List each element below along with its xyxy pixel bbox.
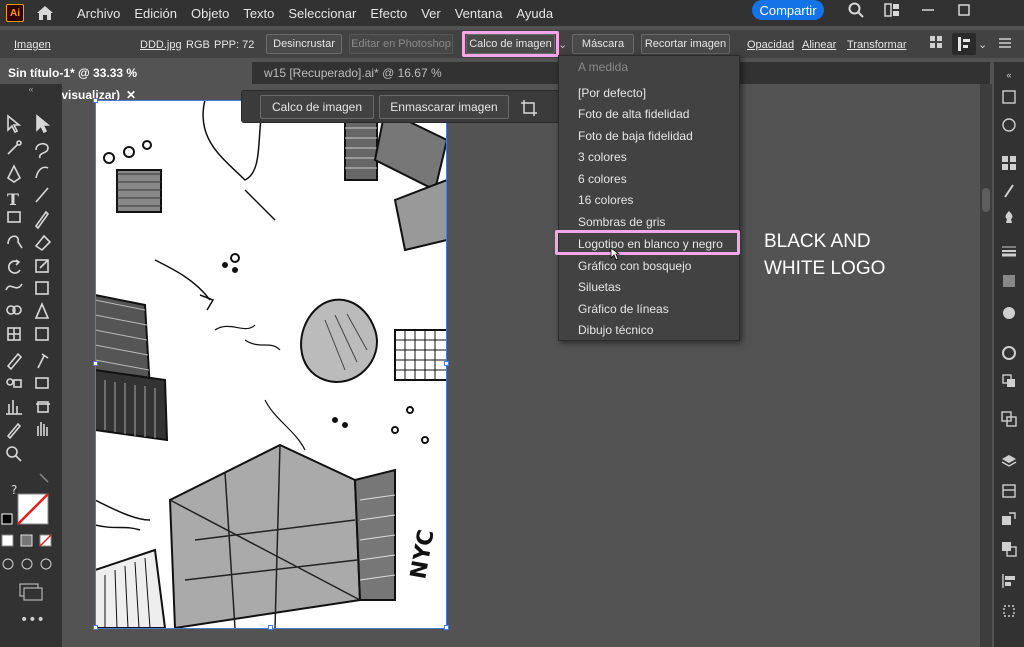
- minimize-icon[interactable]: [916, 0, 940, 20]
- search-icon[interactable]: [844, 0, 868, 20]
- transform-panel-icon[interactable]: [1000, 602, 1018, 620]
- svg-text:?: ?: [11, 483, 17, 497]
- preset-dibujo-tecnico[interactable]: Dibujo técnico: [578, 320, 653, 340]
- preset-grafico-lineas[interactable]: Gráfico de líneas: [578, 299, 669, 319]
- right-panel-dock: «: [994, 62, 1024, 647]
- image-trace-highlight: [462, 31, 559, 57]
- unembed-button[interactable]: Desincrustar: [266, 34, 342, 54]
- color-mode: RGB: [186, 39, 210, 51]
- home-icon[interactable]: [34, 3, 56, 23]
- preset-foto-baja-fidelidad[interactable]: Foto de baja fidelidad: [578, 126, 693, 146]
- artboard-image[interactable]: NYC: [95, 100, 447, 628]
- preset-sombras-de-gris[interactable]: Sombras de gris: [578, 212, 665, 232]
- stroke-icon[interactable]: [1000, 242, 1018, 260]
- resize-handle[interactable]: [444, 361, 449, 366]
- preset-16-colores[interactable]: 16 colores: [578, 190, 633, 210]
- menu-items: Archivo Edición Objeto Texto Seleccionar…: [70, 6, 560, 21]
- preset-por-defecto[interactable]: [Por defecto]: [578, 83, 646, 103]
- logo-preset-highlight: [555, 230, 740, 255]
- tab-sin-titulo[interactable]: Sin título-1* @ 33.33 % (RGB/Previsualiz…: [0, 62, 252, 102]
- share-button[interactable]: Compartir: [752, 0, 824, 20]
- vertical-scrollbar[interactable]: [980, 84, 992, 647]
- grid-icon[interactable]: [930, 36, 944, 54]
- asset-export-icon[interactable]: [1000, 510, 1018, 528]
- tool-icons: T ? •••: [1, 114, 52, 628]
- ctx-image-trace-button[interactable]: Calco de imagen: [260, 95, 374, 119]
- panel-options-icon[interactable]: [998, 36, 1018, 54]
- panel-menu-chevron-icon[interactable]: ⌄: [978, 36, 987, 54]
- properties-icon[interactable]: [1000, 88, 1018, 106]
- collapse-panels-icon[interactable]: «: [1000, 66, 1018, 84]
- preset-6-colores[interactable]: 6 colores: [578, 169, 627, 189]
- resize-handle[interactable]: [93, 625, 98, 630]
- resize-handle[interactable]: [268, 625, 273, 630]
- menu-efecto[interactable]: Efecto: [363, 6, 414, 21]
- appearance-icon[interactable]: [1000, 344, 1018, 362]
- menu-ayuda[interactable]: Ayuda: [509, 6, 560, 21]
- gradient-icon[interactable]: [1000, 272, 1018, 290]
- annotation-line-2: WHITE LOGO: [764, 258, 886, 279]
- align-link[interactable]: Alinear: [802, 36, 836, 54]
- pathfinder-icon[interactable]: [1000, 540, 1018, 558]
- maximize-icon[interactable]: [952, 0, 976, 20]
- resize-handle[interactable]: [93, 361, 98, 366]
- preset-foto-alta-fidelidad[interactable]: Foto de alta fidelidad: [578, 104, 689, 124]
- opacity-link[interactable]: Opacidad: [747, 36, 794, 54]
- contextual-task-bar: Calco de imagen Enmascarar imagen: [241, 90, 563, 123]
- svg-text:•••: •••: [20, 612, 45, 628]
- ppp-value: PPP: 72: [214, 39, 255, 51]
- transform-link[interactable]: Transformar: [847, 36, 907, 54]
- document-tab-bar: Sin título-1* @ 33.33 % (RGB/Previsualiz…: [0, 62, 990, 102]
- swatches-icon[interactable]: [1000, 154, 1018, 172]
- menu-texto[interactable]: Texto: [236, 6, 281, 21]
- libraries-icon[interactable]: [1000, 482, 1018, 500]
- mask-button[interactable]: Máscara: [572, 34, 634, 54]
- preset-grafico-bosquejo[interactable]: Gráfico con bosquejo: [578, 256, 691, 276]
- preset-a-medida: A medida: [578, 60, 629, 74]
- menu-edicion[interactable]: Edición: [127, 6, 184, 21]
- artboards-icon[interactable]: [1000, 410, 1018, 428]
- symbols-icon[interactable]: [1000, 208, 1018, 226]
- color-icon[interactable]: [1000, 116, 1018, 134]
- illustrator-logo: Ai: [6, 4, 24, 22]
- resize-handle[interactable]: [444, 625, 449, 630]
- graphic-styles-icon[interactable]: [1000, 372, 1018, 390]
- menu-objeto[interactable]: Objeto: [184, 6, 236, 21]
- ctx-mask-image-button[interactable]: Enmascarar imagen: [379, 95, 509, 119]
- resize-handle[interactable]: [93, 98, 98, 103]
- transparency-icon[interactable]: [1000, 304, 1018, 322]
- properties-panel-icon[interactable]: [952, 33, 976, 55]
- preset-3-colores[interactable]: 3 colores: [578, 147, 627, 167]
- align-panel-icon[interactable]: [1000, 572, 1018, 590]
- brushes-icon[interactable]: [1000, 182, 1018, 200]
- tools-panel: « T ? •••: [0, 84, 62, 647]
- svg-text:T: T: [7, 190, 19, 209]
- tab-w15[interactable]: w15 [Recuperado].ai* @ 16.67 % (RGB/Prev…: [256, 62, 560, 102]
- mouse-cursor-icon: [610, 247, 621, 261]
- menu-bar: Ai Archivo Edición Objeto Texto Seleccio…: [0, 0, 1024, 26]
- menu-ver[interactable]: Ver: [414, 6, 448, 21]
- trace-presets-menu: A medida [Por defecto] Foto de alta fide…: [558, 55, 740, 341]
- file-name-link[interactable]: DDD.jpg: [140, 36, 182, 54]
- top-right-icons: [832, 0, 976, 20]
- trace-preset-chevron-icon[interactable]: ⌄: [558, 36, 567, 54]
- layers-icon[interactable]: [1000, 452, 1018, 470]
- nyc-label: NYC: [406, 528, 439, 581]
- menu-archivo[interactable]: Archivo: [70, 6, 127, 21]
- annotation-line-1: BLACK AND: [764, 231, 871, 252]
- nyc-sketch-image: NYC: [95, 100, 447, 628]
- edit-photoshop-button: Editar en Photoshop: [349, 34, 453, 54]
- menu-ventana[interactable]: Ventana: [448, 6, 510, 21]
- crop-image-icon[interactable]: [520, 99, 538, 117]
- crop-image-button[interactable]: Recortar imagen: [641, 34, 730, 54]
- scrollbar-thumb[interactable]: [982, 188, 990, 212]
- object-type-label[interactable]: Imagen: [14, 36, 51, 54]
- annotation-text: BLACK AND WHITE LOGO: [764, 228, 924, 282]
- preset-siluetas[interactable]: Siluetas: [578, 277, 621, 297]
- arrange-documents-icon[interactable]: [880, 0, 904, 20]
- menu-seleccionar[interactable]: Seleccionar: [281, 6, 363, 21]
